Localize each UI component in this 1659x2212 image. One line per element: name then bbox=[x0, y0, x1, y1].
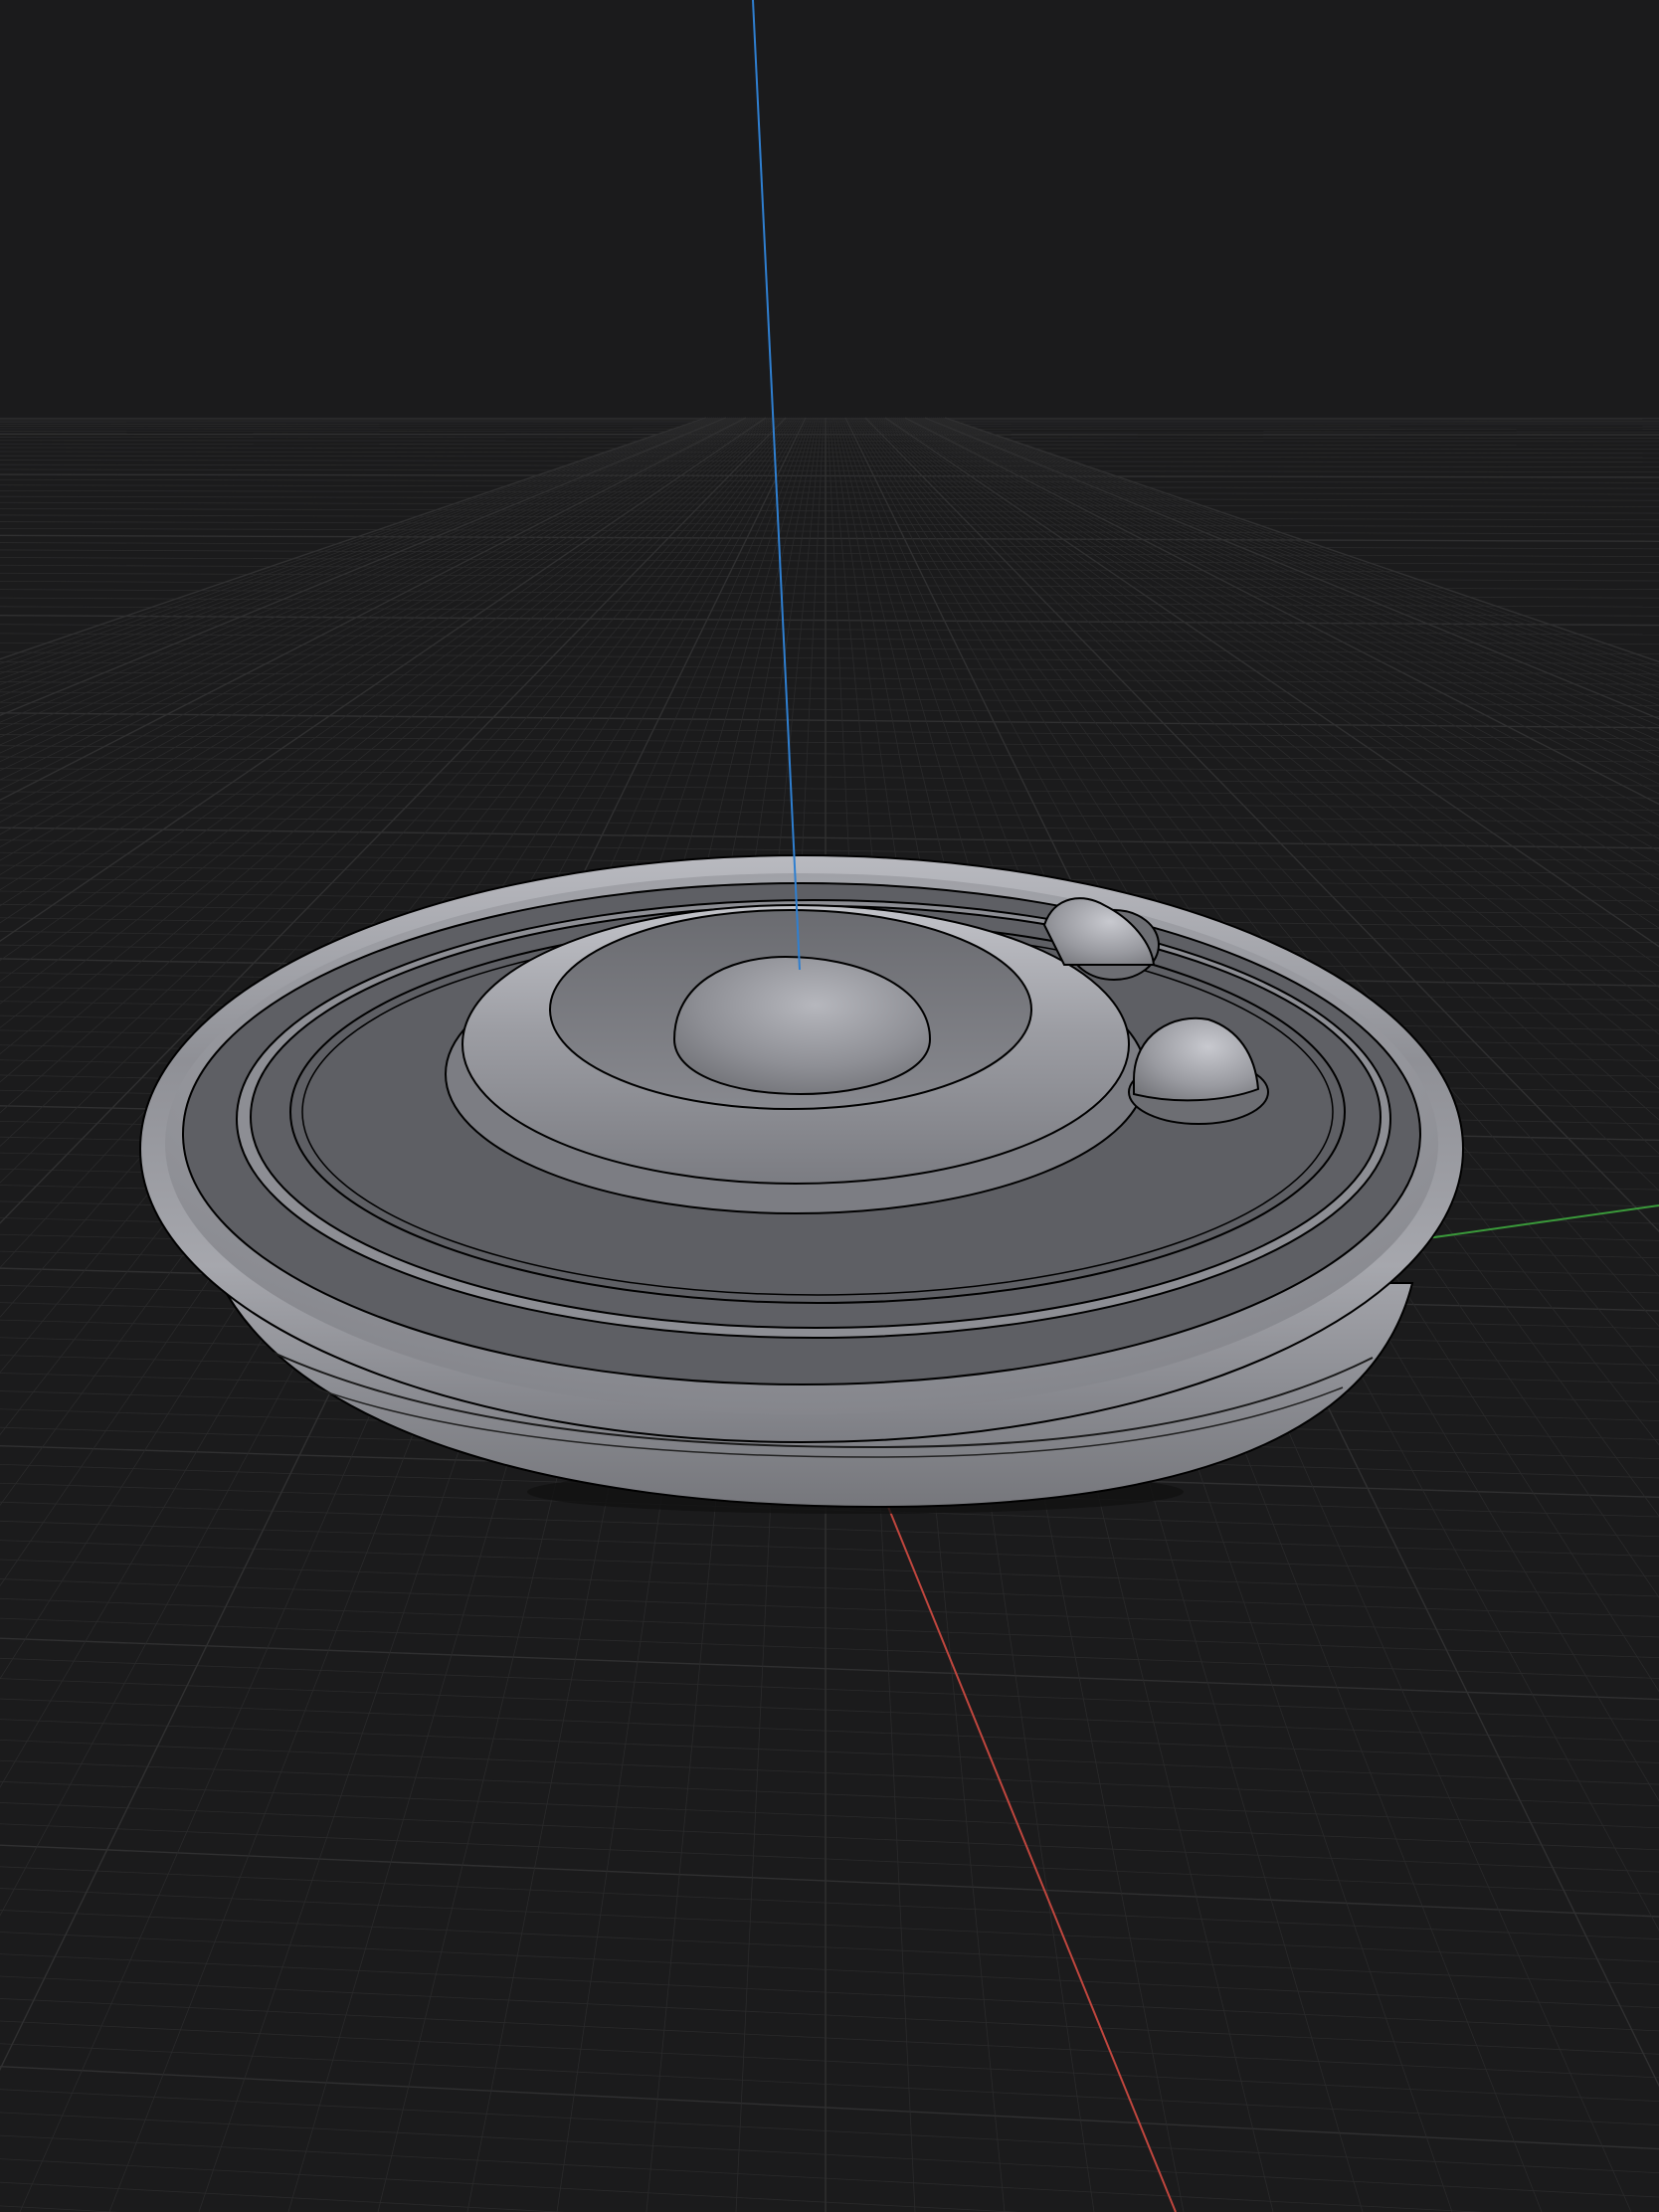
grid-line bbox=[0, 2158, 1020, 2212]
grid-line bbox=[0, 2134, 1485, 2212]
grid-line bbox=[0, 443, 1659, 446]
grid-line bbox=[0, 508, 1659, 514]
grid-line bbox=[0, 2181, 566, 2212]
grid-line bbox=[0, 549, 1659, 557]
grid-line bbox=[0, 501, 1659, 507]
grid-line bbox=[0, 606, 1659, 617]
grid-line bbox=[0, 1866, 1659, 1940]
grid-line bbox=[0, 2065, 1659, 2150]
grid-line bbox=[0, 428, 1659, 430]
grid-line bbox=[0, 1802, 1659, 1873]
grid-line bbox=[0, 671, 1659, 685]
grid-line bbox=[0, 468, 1659, 473]
grid-line bbox=[0, 534, 1659, 542]
grid-line bbox=[0, 633, 1659, 645]
grid-line bbox=[0, 1844, 1659, 1918]
grid-line bbox=[0, 1888, 1659, 1962]
grid-line bbox=[0, 1739, 1659, 1807]
grid-line bbox=[0, 1657, 1659, 1722]
grid-line bbox=[0, 521, 1659, 528]
3d-viewport[interactable] bbox=[0, 0, 1659, 2212]
grid-line bbox=[0, 473, 1659, 478]
grid-line bbox=[0, 1823, 1659, 1895]
grid-line bbox=[0, 433, 1659, 436]
grid-line bbox=[0, 437, 1659, 439]
grid-line bbox=[0, 1759, 1659, 1829]
grid-line bbox=[0, 1780, 1659, 1851]
grid-line bbox=[0, 542, 1659, 550]
x-axis-line bbox=[887, 1506, 1177, 2212]
grid-line bbox=[0, 815, 1659, 836]
grid-line bbox=[0, 1932, 1659, 2009]
grid-line bbox=[0, 2089, 1659, 2174]
grid-line bbox=[0, 1910, 1659, 1985]
grid-line bbox=[0, 2205, 120, 2212]
grid-line bbox=[0, 624, 1659, 636]
grid-line bbox=[0, 557, 1659, 565]
grid-line bbox=[0, 642, 1659, 654]
grid-line bbox=[0, 803, 1659, 824]
viewport-canvas[interactable] bbox=[0, 0, 1659, 2212]
grid-line bbox=[0, 791, 1659, 812]
grid-line bbox=[0, 1678, 1659, 1743]
grid-line bbox=[0, 447, 1659, 450]
grid-line bbox=[0, 564, 1659, 574]
grid-line bbox=[0, 514, 1659, 521]
grid-line bbox=[0, 2112, 1659, 2198]
grid-line bbox=[0, 440, 1659, 443]
grid-line bbox=[0, 489, 1659, 495]
grid-line bbox=[0, 1953, 1659, 2032]
grid-line bbox=[0, 478, 1659, 483]
grid-line bbox=[0, 779, 1659, 799]
grid-line bbox=[0, 495, 1659, 501]
grid-line bbox=[0, 484, 1659, 489]
grid-line bbox=[0, 712, 1659, 729]
grid-line bbox=[0, 1975, 1659, 2055]
disc-model[interactable] bbox=[139, 854, 1464, 1514]
grid-line bbox=[0, 2043, 1659, 2125]
grid-line bbox=[0, 691, 1659, 707]
grid-line bbox=[0, 431, 1659, 433]
grid-line bbox=[0, 1719, 1659, 1785]
grid-line bbox=[0, 527, 1659, 535]
